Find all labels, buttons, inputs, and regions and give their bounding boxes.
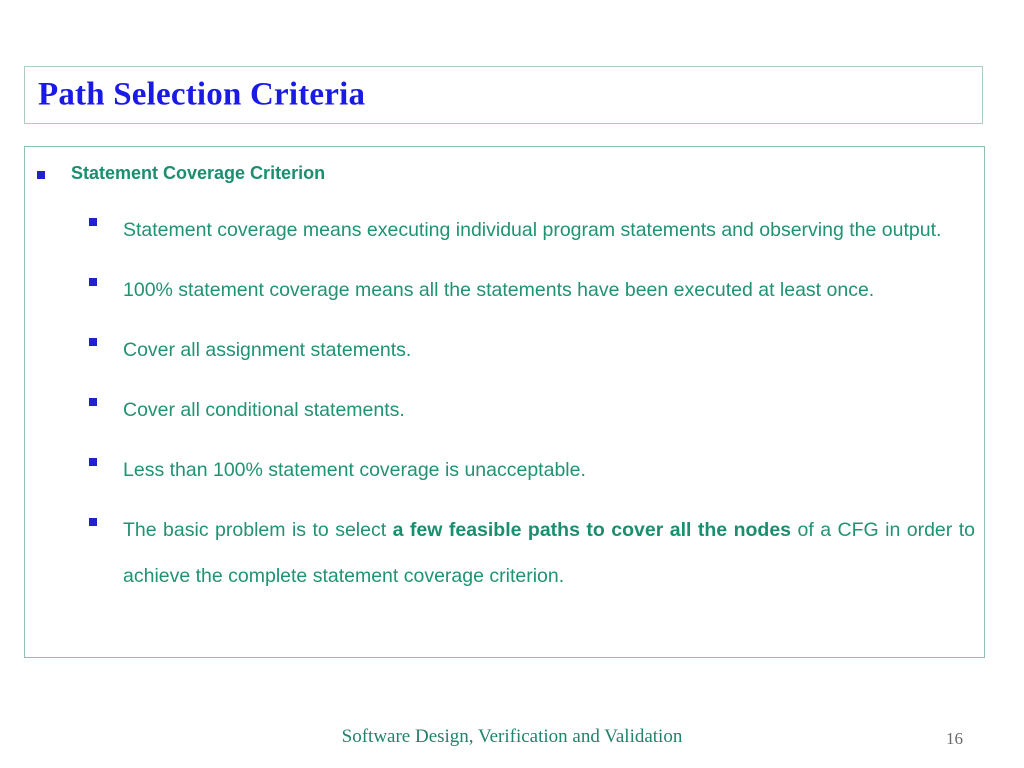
- square-bullet-icon: [89, 458, 97, 466]
- bullet-list-level2: Statement coverage means executing indiv…: [89, 207, 975, 613]
- section-heading: Statement Coverage Criterion: [71, 163, 326, 183]
- list-item: Cover all assignment statements.: [89, 327, 975, 373]
- square-bullet-icon: [89, 398, 97, 406]
- list-item-text: Statement coverage means executing indiv…: [123, 207, 975, 253]
- square-bullet-icon: [89, 518, 97, 526]
- page-number: 16: [946, 729, 963, 748]
- list-item-level1: Statement Coverage Criterion: [37, 163, 967, 185]
- square-bullet-icon: [37, 171, 45, 179]
- list-item-text: The basic problem is to select a few fea…: [123, 507, 975, 599]
- list-item: Cover all conditional statements.: [89, 387, 975, 433]
- footer-text: Software Design, Verification and Valida…: [341, 726, 683, 747]
- list-item: Statement coverage means executing indiv…: [89, 207, 975, 253]
- slide-content-box: Statement Coverage Criterion Statement c…: [24, 146, 985, 658]
- content-inner: Statement Coverage Criterion Statement c…: [25, 147, 984, 657]
- square-bullet-icon: [89, 218, 97, 226]
- list-item-text-plain: Cover all assignment statements.: [123, 339, 412, 361]
- list-item-text: Less than 100% statement coverage is una…: [123, 447, 975, 493]
- list-item-text: 100% statement coverage means all the st…: [123, 267, 975, 313]
- list-item-text-emphasis: a few feasible paths to cover all the no…: [392, 519, 792, 541]
- list-item-text-plain: 100% statement coverage means all the st…: [123, 279, 875, 301]
- list-item: The basic problem is to select a few fea…: [89, 507, 975, 599]
- list-item-text-plain: The basic problem is to select: [123, 519, 393, 541]
- list-item: Less than 100% statement coverage is una…: [89, 447, 975, 493]
- square-bullet-icon: [89, 338, 97, 346]
- list-item-text-plain: Less than 100% statement coverage is una…: [123, 459, 586, 481]
- page-title: Path Selection Criteria: [38, 76, 366, 113]
- list-item-text: Cover all conditional statements.: [123, 387, 975, 433]
- slide-title-box: Path Selection Criteria: [24, 66, 983, 124]
- list-item-text-plain: Statement coverage means executing indiv…: [123, 219, 942, 241]
- list-item-text-plain: Cover all conditional statements.: [123, 399, 405, 421]
- list-item-text: Cover all assignment statements.: [123, 327, 975, 373]
- list-item: 100% statement coverage means all the st…: [89, 267, 975, 313]
- square-bullet-icon: [89, 278, 97, 286]
